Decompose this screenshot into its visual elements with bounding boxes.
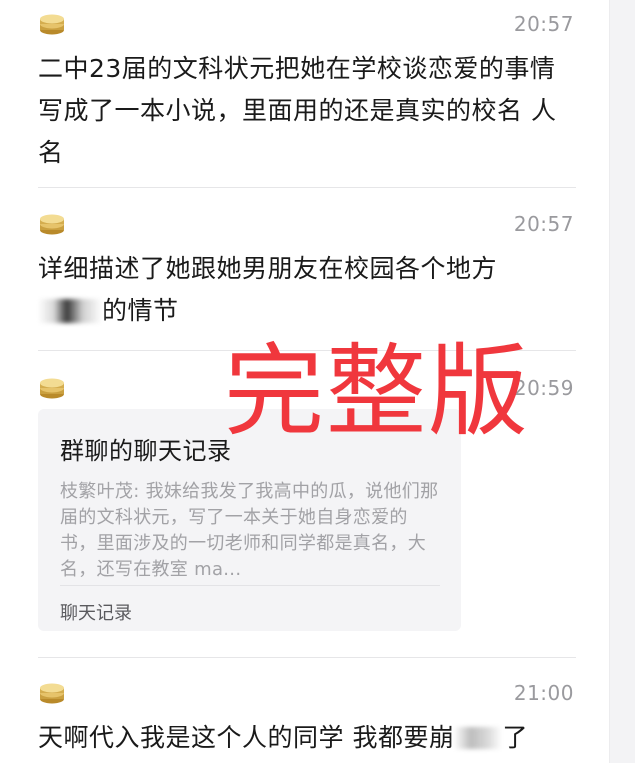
card-footer-label: 聊天记录 xyxy=(60,603,132,624)
card-divider xyxy=(60,585,440,586)
message-text: 详细描述了她跟她男朋友在校园各个地方 的情节 xyxy=(38,248,574,332)
divider xyxy=(38,657,576,658)
message-text-fragment: 天啊代入我是这个人的同学 我都要崩 xyxy=(38,723,455,752)
coin-stack-avatar-icon[interactable] xyxy=(38,212,66,236)
card-preview-text: 枝繁叶茂: 我妹给我发了我高中的瓜，说他们那届的文科状元，写了一本关于她自身恋爱… xyxy=(60,481,439,580)
blurred-text xyxy=(38,299,102,323)
message-header: 20:57 xyxy=(38,212,574,240)
scrollbar-track[interactable] xyxy=(609,0,635,763)
message-time: 21:00 xyxy=(513,681,574,705)
message-text-line: 的情节 xyxy=(38,290,574,332)
message-text-fragment: 的情节 xyxy=(102,296,179,325)
message-text: 天啊代入我是这个人的同学 我都要崩 了 xyxy=(38,717,574,759)
divider xyxy=(38,187,576,188)
chat-message-2: 20:57 详细描述了她跟她男朋友在校园各个地方 的情节 xyxy=(38,212,574,332)
coin-stack-avatar-icon[interactable] xyxy=(38,12,66,36)
message-header: 20:57 xyxy=(38,12,574,40)
coin-stack-avatar-icon[interactable] xyxy=(38,681,66,705)
coin-stack-avatar-icon[interactable] xyxy=(38,376,66,400)
message-time: 20:57 xyxy=(513,12,574,36)
message-text-fragment: 了 xyxy=(502,723,528,752)
message-text: 二中23届的文科状元把她在学校谈恋爱的事情写成了一本小说，里面用的还是真实的校名… xyxy=(38,54,557,167)
message-header: 21:00 xyxy=(38,681,574,709)
message-time: 20:57 xyxy=(513,212,574,236)
card-title: 群聊的聊天记录 xyxy=(60,437,232,465)
chat-message-1: 20:57 二中23届的文科状元把她在学校谈恋爱的事情写成了一本小说，里面用的还… xyxy=(38,12,574,174)
blurred-text xyxy=(454,727,503,749)
message-text-line: 详细描述了她跟她男朋友在校园各个地方 xyxy=(38,254,498,283)
chat-message-4: 21:00 天啊代入我是这个人的同学 我都要崩 了 xyxy=(38,681,574,759)
watermark-text: 完整版 xyxy=(224,333,530,450)
